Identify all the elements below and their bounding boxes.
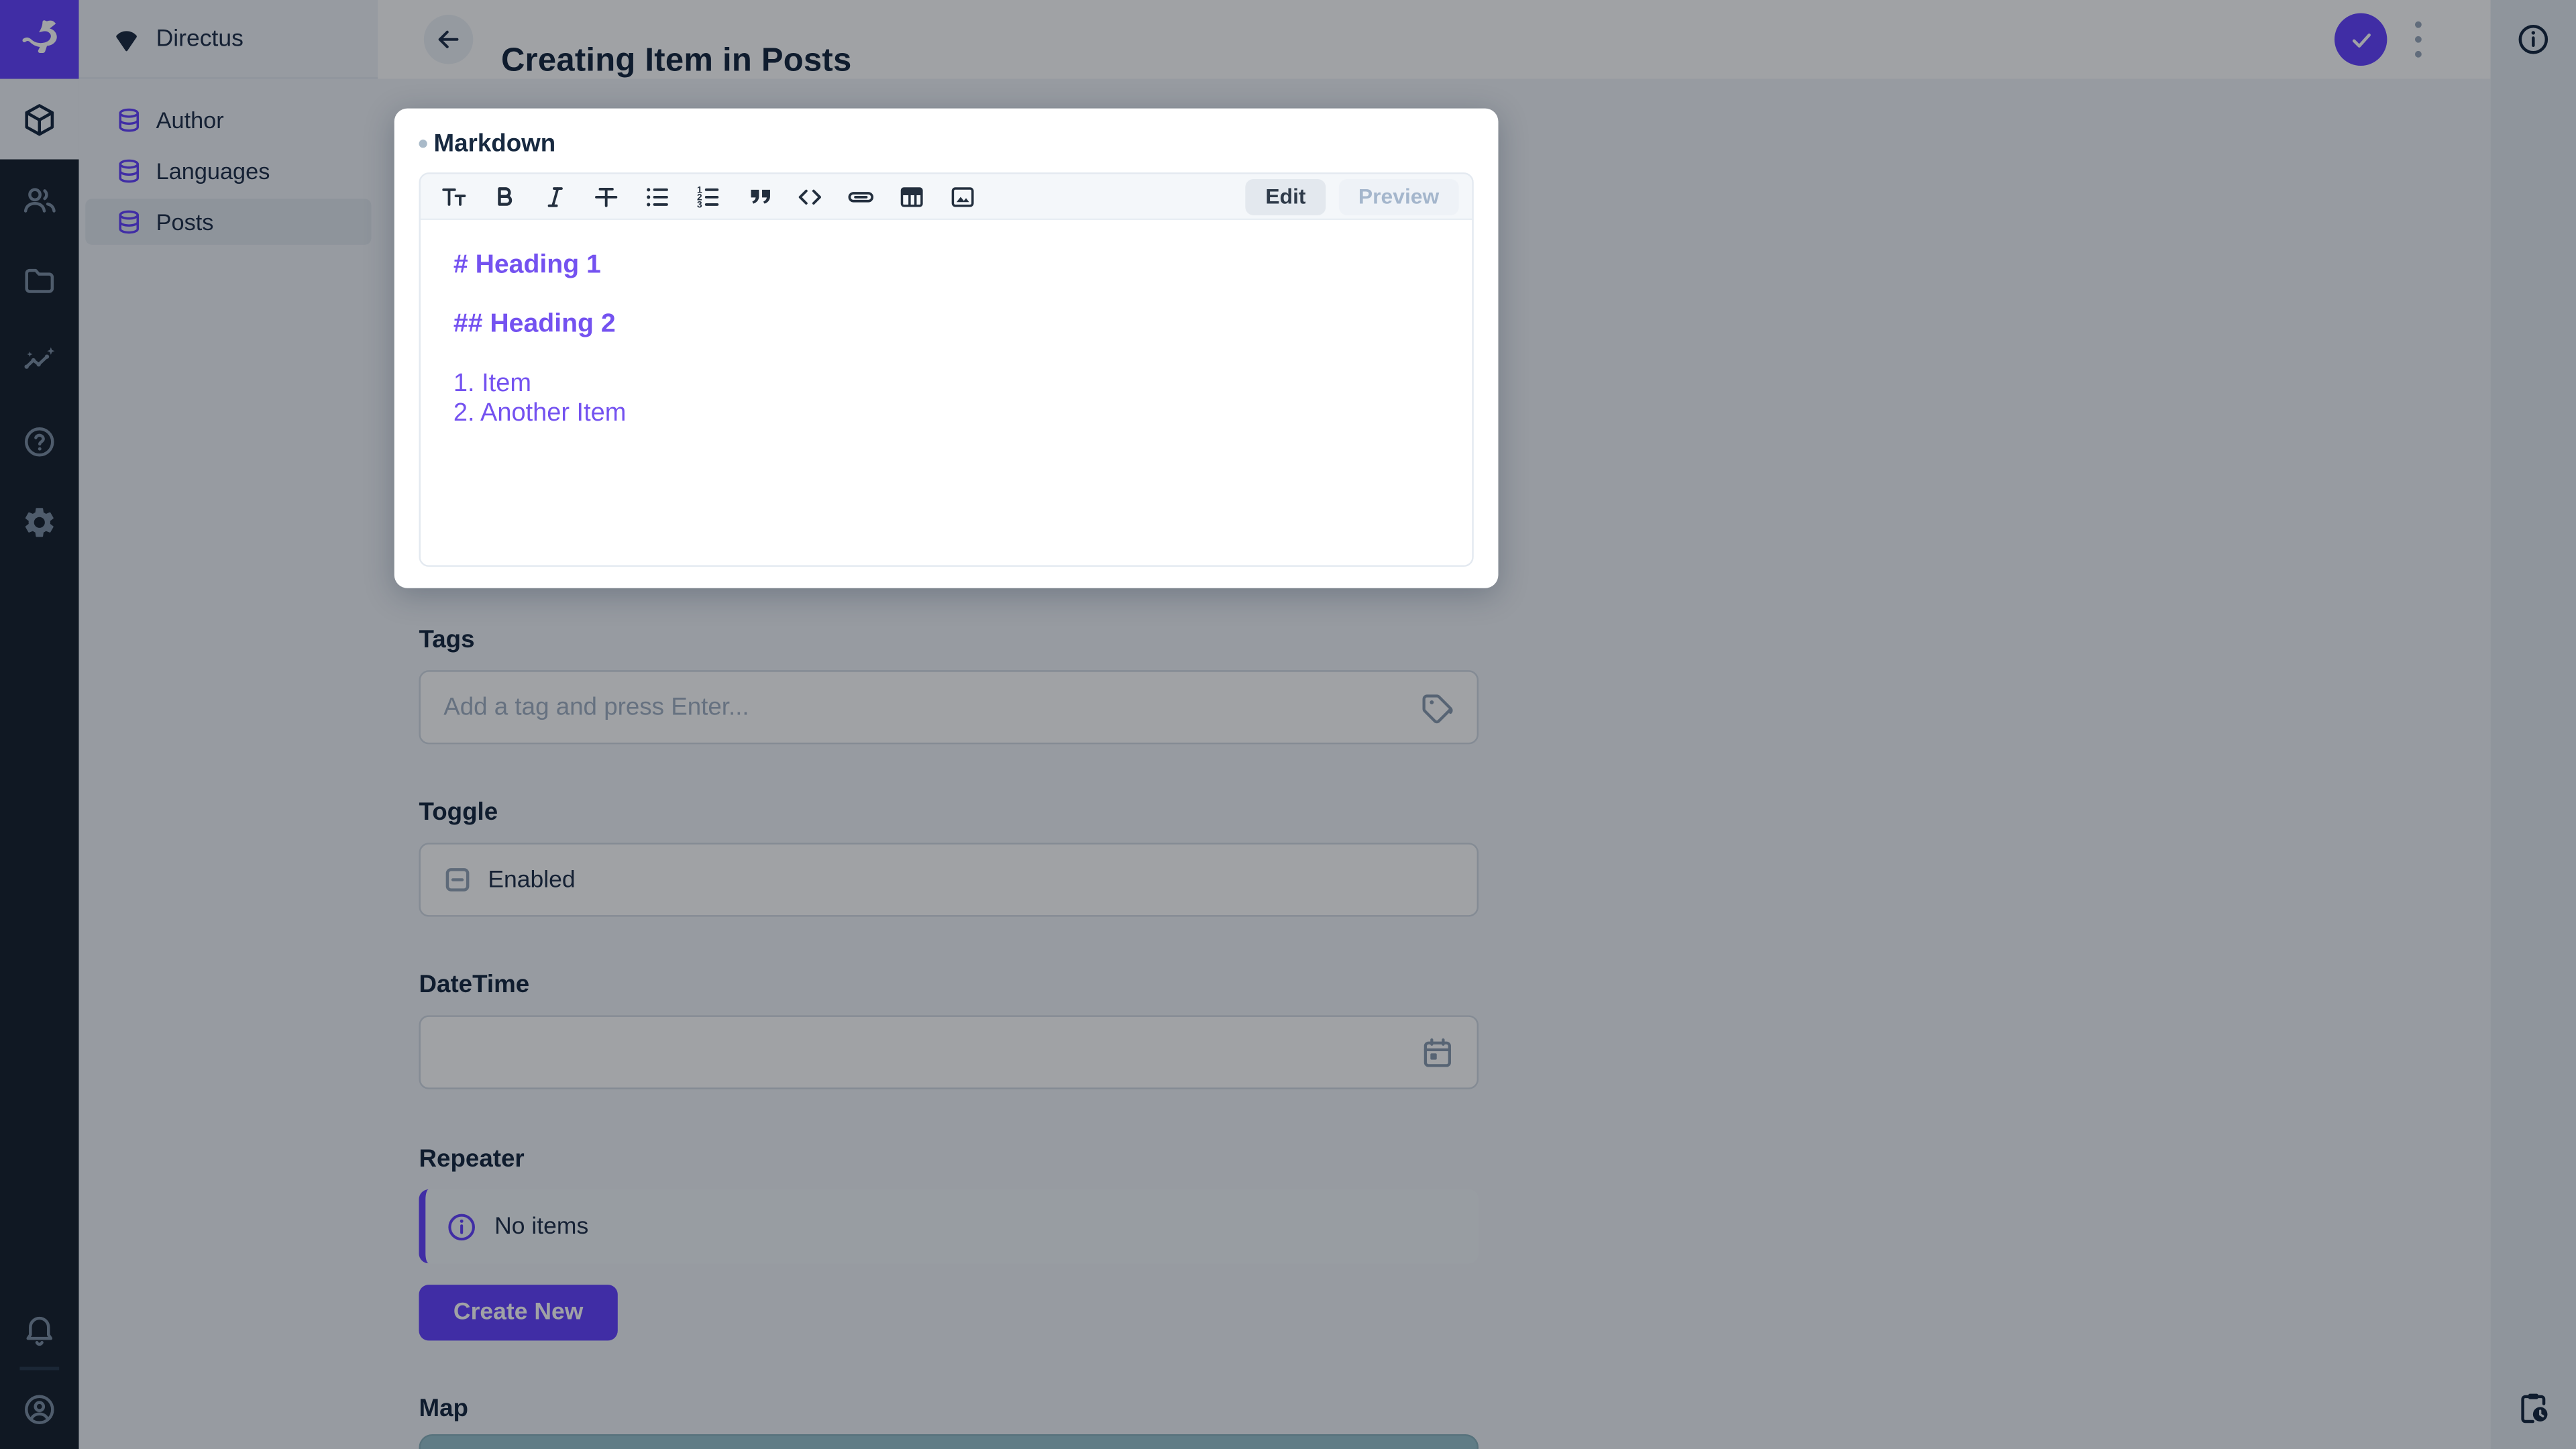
heading-button[interactable] xyxy=(439,182,468,211)
quote-button[interactable] xyxy=(744,182,773,211)
markdown-line: ## Heading 2 xyxy=(453,310,616,339)
svg-text:3: 3 xyxy=(697,199,702,209)
italic-button[interactable] xyxy=(541,182,570,211)
directus-app: Directus Author Languages Posts Creating… xyxy=(0,0,2576,1449)
bulleted-list-button[interactable] xyxy=(643,182,672,211)
preview-tab[interactable]: Preview xyxy=(1338,178,1459,215)
strikethrough-button[interactable] xyxy=(592,182,621,211)
markdown-line: 1. Item xyxy=(453,370,531,398)
markdown-line: 2. Another Item xyxy=(453,399,627,427)
markdown-textarea[interactable]: # Heading 1 ## Heading 2 1. Item 2. Anot… xyxy=(420,220,1472,566)
editor-mode-group: Edit Preview xyxy=(1246,178,1459,215)
table-button[interactable] xyxy=(897,182,926,211)
edited-dot xyxy=(419,138,427,148)
numbered-list-button[interactable]: 1 2 3 xyxy=(693,182,722,211)
field-label-markdown: Markdown xyxy=(433,129,556,157)
markdown-field-card: Markdown 1 2 3 Edit Preview # Heading 1 … xyxy=(394,108,1499,588)
link-button[interactable] xyxy=(846,182,875,211)
markdown-label-row: Markdown xyxy=(419,128,1473,158)
image-button[interactable] xyxy=(948,182,977,211)
edit-tab[interactable]: Edit xyxy=(1246,178,1326,215)
markdown-line: # Heading 1 xyxy=(453,251,601,280)
code-button[interactable] xyxy=(795,182,824,211)
markdown-editor: 1 2 3 Edit Preview # Heading 1 ## Headin… xyxy=(419,172,1474,567)
markdown-toolbar: 1 2 3 Edit Preview xyxy=(420,174,1472,221)
bold-button[interactable] xyxy=(490,182,519,211)
